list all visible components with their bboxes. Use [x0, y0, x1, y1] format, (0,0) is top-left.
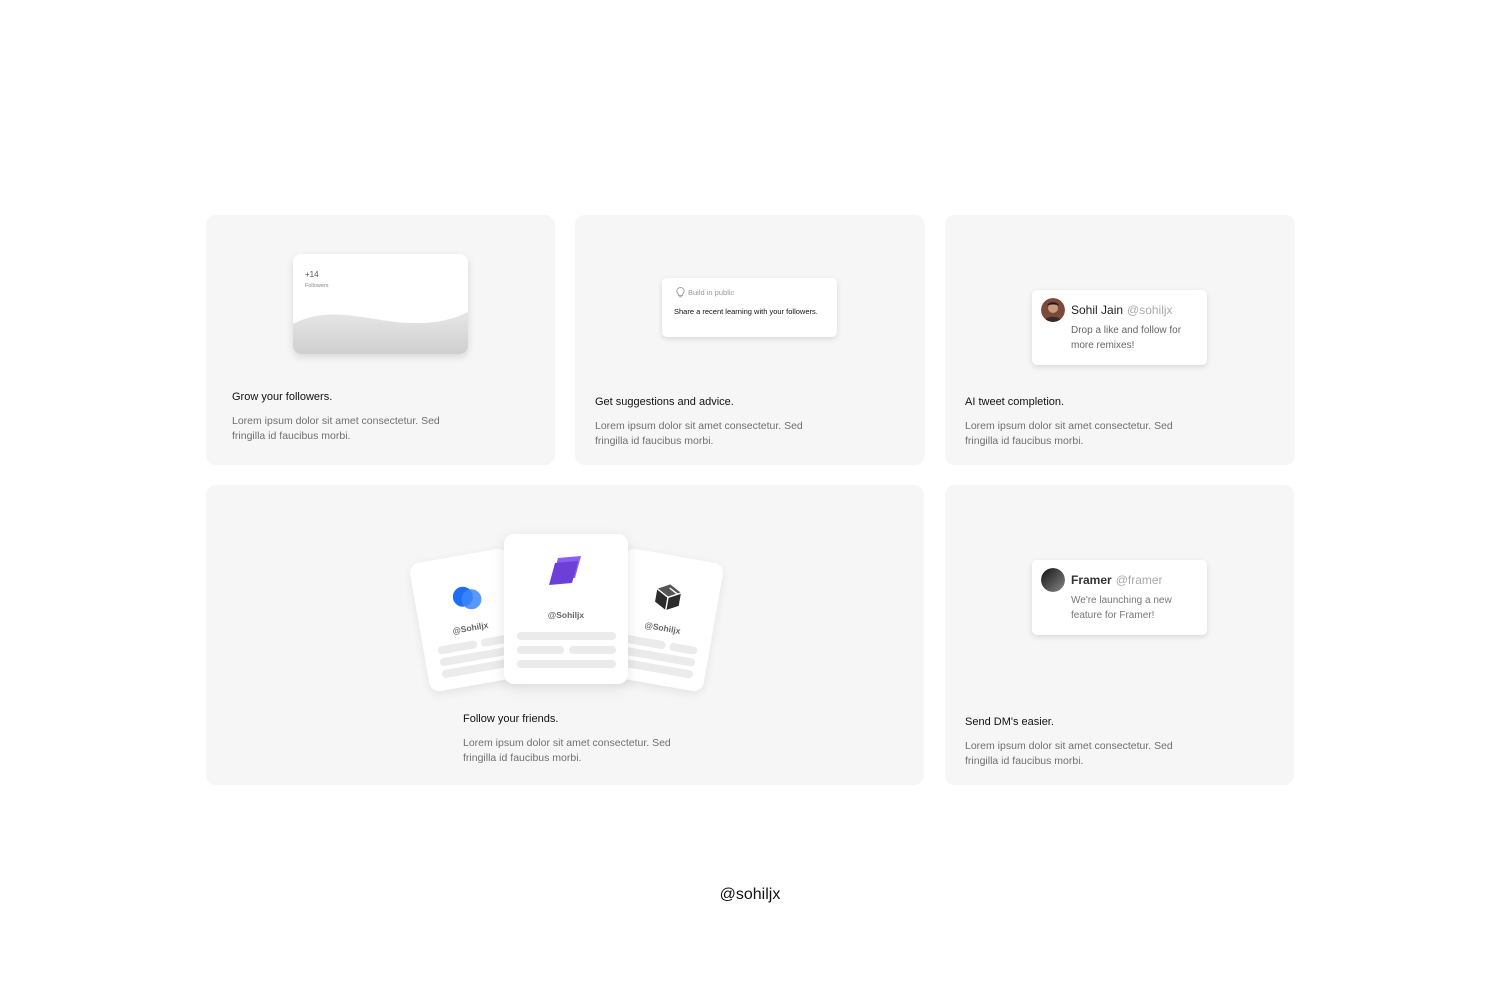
followers-widget: +14 Followers: [293, 254, 468, 354]
feature-card-suggestions: Build in public Share a recent learning …: [575, 215, 925, 465]
card-title: Grow your followers.: [232, 391, 333, 403]
placeholder-bar: [517, 632, 616, 640]
placeholder-bar: [569, 646, 616, 654]
placeholder-bar: [668, 642, 698, 656]
dm-body: We're launching a new feature for Framer…: [1071, 595, 1172, 621]
suggestion-widget[interactable]: Build in public Share a recent learning …: [662, 278, 837, 337]
lightbulb-icon: [676, 287, 685, 298]
placeholder-bar: [517, 660, 616, 668]
feature-card-grow-followers: +14 Followers Grow your followers. Lorem…: [206, 215, 555, 465]
card-title: Follow your friends.: [463, 713, 559, 725]
cube-icon: [655, 584, 682, 611]
followers-count: +14: [305, 270, 319, 279]
card-title: AI tweet completion.: [965, 396, 1065, 408]
stacked-layers-icon: [549, 556, 581, 585]
tweet-author: Sohil Jain @sohiljx: [1071, 303, 1173, 317]
suggestion-prompt: Share a recent learning with your follow…: [674, 307, 818, 316]
tweet-author-name: Sohil Jain: [1071, 303, 1124, 317]
followers-label: Followers: [305, 283, 329, 289]
avatar: [1041, 568, 1065, 592]
profile-card-center[interactable]: @Sohiljx: [504, 534, 628, 684]
card-description: Lorem ipsum dolor sit amet consectetur. …: [595, 420, 803, 447]
avatar: [1041, 298, 1065, 322]
tweet-widget[interactable]: Sohil Jain @sohiljx Drop a like and follo…: [1032, 290, 1207, 365]
card-description: Lorem ipsum dolor sit amet consectetur. …: [232, 415, 440, 442]
tweet-body: Drop a like and follow for more remixes!: [1071, 325, 1182, 351]
dm-author-handle[interactable]: @framer: [1116, 573, 1163, 587]
footer-handle[interactable]: @sohiljx: [0, 886, 1500, 904]
dm-author-name: Framer: [1071, 573, 1112, 587]
placeholder-bar: [517, 646, 564, 654]
feature-card-ai-tweet: Sohil Jain @sohiljx Drop a like and follo…: [945, 215, 1295, 465]
overlapping-circles-icon: [452, 586, 482, 610]
card-title: Get suggestions and advice.: [595, 396, 734, 408]
followers-wave-graphic: [293, 312, 468, 354]
card-title: Send DM's easier.: [965, 716, 1054, 728]
tweet-author-handle[interactable]: @sohiljx: [1127, 303, 1173, 317]
card-description: Lorem ipsum dolor sit amet consectetur. …: [463, 737, 671, 764]
card-description: Lorem ipsum dolor sit amet consectetur. …: [965, 740, 1173, 767]
feature-card-follow-friends: @Sohiljx @Sohiljx @Sohiljx Follow your f: [206, 485, 924, 785]
card-description: Lorem ipsum dolor sit amet consectetur. …: [965, 420, 1173, 447]
dm-widget[interactable]: Framer @framer We're launching a new feat…: [1032, 560, 1207, 635]
profile-handle: @Sohiljx: [547, 610, 585, 620]
feature-card-send-dm: Framer @framer We're launching a new feat…: [945, 485, 1294, 785]
suggestion-tag: Build in public: [688, 288, 735, 297]
dm-author: Framer @framer: [1071, 573, 1163, 587]
